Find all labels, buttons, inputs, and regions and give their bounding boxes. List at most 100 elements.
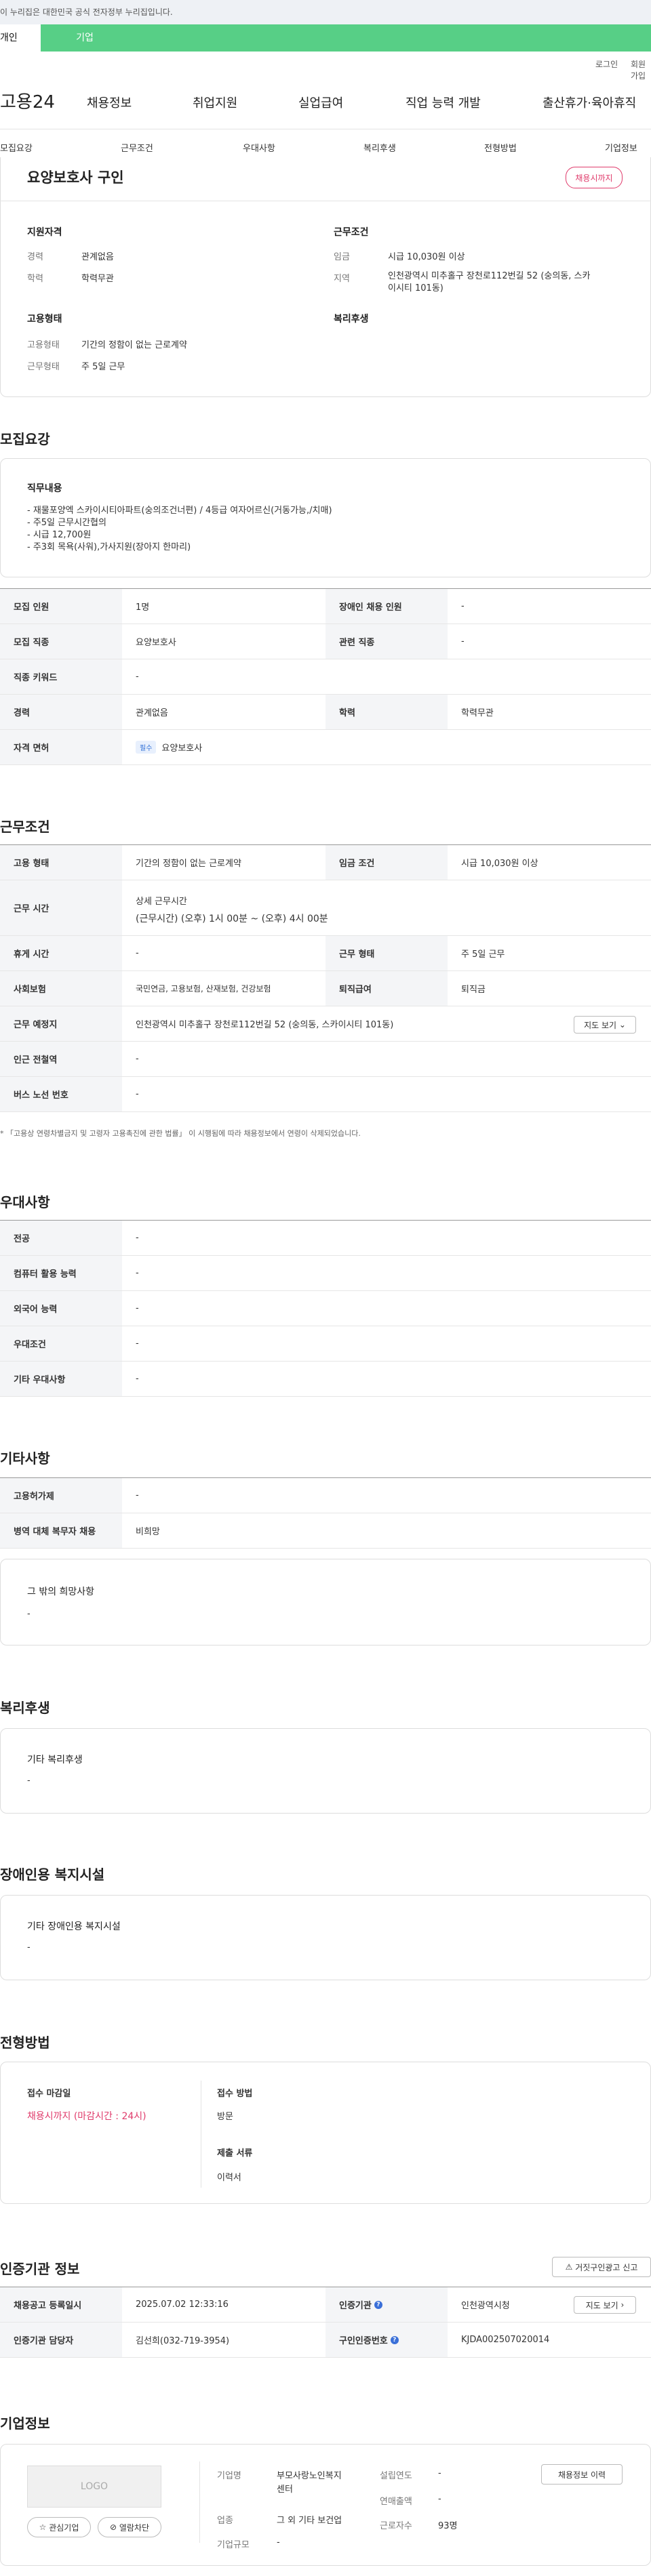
company-logo: LOGO bbox=[27, 2466, 161, 2508]
subnav-pref[interactable]: 우대사항 bbox=[243, 141, 275, 154]
tab-person[interactable]: 개인 bbox=[0, 24, 41, 52]
wage-value: 시급 10,030원 이상 bbox=[388, 252, 465, 262]
site-logo[interactable]: 고용24 bbox=[0, 88, 55, 113]
table-value-cell: - bbox=[136, 672, 139, 682]
company-name-2: 센터 bbox=[277, 2485, 293, 2495]
region-value: 인천광역시 미추홀구 장천로112번길 52 (숭의동, 스카 bbox=[388, 271, 591, 281]
table-value-cell: - bbox=[136, 948, 139, 958]
table-row: 휴게 시간 - 근무 형태 주 5일 근무 bbox=[0, 936, 651, 971]
report-button[interactable]: ⚠ 거짓구인광고 신고 bbox=[552, 2257, 651, 2277]
table-header-cell: 외국어 능력 bbox=[0, 1291, 122, 1326]
subnav-process[interactable]: 전형방법 bbox=[484, 141, 517, 154]
required-badge: 필수 bbox=[136, 741, 157, 754]
table-row: 직종 키워드 - bbox=[0, 659, 651, 695]
docs-label: 제출 서류 bbox=[217, 2148, 253, 2159]
size-value: - bbox=[277, 2537, 280, 2548]
subnav-recruit[interactable]: 모집요강 bbox=[0, 141, 33, 154]
table-row: 기타 우대사항 - bbox=[0, 1362, 651, 1397]
cond-title: 근무조건 bbox=[334, 227, 369, 238]
table-value-cell: - bbox=[136, 1338, 139, 1349]
table-value-cell: - bbox=[136, 1233, 139, 1243]
gnb-item-employment[interactable]: 취업지원 bbox=[193, 94, 237, 111]
industry-value: 그 외 기타 보건업 bbox=[277, 2516, 342, 2526]
table-header-cell: 인증기관 담당자 bbox=[0, 2323, 122, 2357]
table-header-cell: 전공 bbox=[0, 1221, 122, 1255]
star-icon: ☆ bbox=[39, 2522, 47, 2532]
table-header-cell: 근무 예정지 bbox=[0, 1006, 122, 1041]
section-title-pref: 우대사항 bbox=[0, 1194, 50, 1210]
table-header-cell: 근무 시간 bbox=[0, 880, 122, 935]
region-label: 지역 bbox=[334, 274, 350, 284]
disab-box-title: 기타 장애인용 복지시설 bbox=[27, 1921, 121, 1932]
workform-value: 주 5일 근무 bbox=[81, 362, 125, 372]
table-value-cell: 인천광역시 미추홀구 장천로112번길 52 (숭의동, 스카이시티 101동) bbox=[136, 1020, 394, 1030]
info-icon[interactable]: ? bbox=[374, 2300, 382, 2309]
process-card bbox=[0, 2062, 651, 2204]
age-notice: * 「고용상 연령차별금지 및 고령자 고용촉진에 관한 법률」 이 시행됨에 … bbox=[0, 1129, 361, 1138]
subnav-company[interactable]: 기업정보 bbox=[605, 141, 637, 154]
table-row: 근무 시간 상세 근무시간 (근무시간) (오후) 1시 00분 ~ (오후) … bbox=[0, 880, 651, 936]
tab-company[interactable]: 기업 bbox=[41, 24, 129, 52]
cert-map-button[interactable]: 지도 보기 › bbox=[574, 2296, 636, 2314]
employees-value: 93명 bbox=[438, 2521, 458, 2531]
deadline-badge: 채용시까지 bbox=[566, 167, 623, 188]
chevron-right-icon: › bbox=[620, 2300, 625, 2310]
map-button[interactable]: 지도 보기 ⌄ bbox=[574, 1016, 636, 1034]
table-row: 자격 면허 필수 요양보호사 bbox=[0, 730, 651, 765]
table-header-cell: 장애인 채용 인원 bbox=[326, 589, 448, 623]
table-value-cell: - bbox=[136, 1374, 139, 1384]
edu-value: 학력무관 bbox=[81, 274, 114, 284]
welfare-title: 복리후생 bbox=[334, 314, 369, 325]
gnb-item-leave[interactable]: 출산휴가·육아휴직 bbox=[542, 94, 636, 111]
subnav-work[interactable]: 근무조건 bbox=[121, 141, 153, 154]
revenue-label: 연매출액 bbox=[380, 2497, 412, 2507]
gnb-item-benefit[interactable]: 실업급여 bbox=[298, 94, 343, 111]
table-row: 고용 형태 기간의 정함이 없는 근로계약 임금 조건 시급 10,030원 이상 bbox=[0, 845, 651, 880]
table-value-cell: 인천광역시청 bbox=[461, 2301, 510, 2311]
table-header-cell: 버스 노선 번호 bbox=[0, 1077, 122, 1111]
table-header-cell: 임금 조건 bbox=[326, 845, 448, 880]
gnb-item-jobs[interactable]: 채용정보 bbox=[87, 94, 132, 111]
section-title-recruit: 모집요강 bbox=[0, 431, 50, 447]
est-value: - bbox=[438, 2468, 441, 2478]
revenue-value: - bbox=[438, 2494, 441, 2504]
table-value-cell: 김선희(032-719-3954) bbox=[136, 2336, 230, 2346]
block-icon: ⊘ bbox=[109, 2522, 117, 2532]
table-value-cell: 국민연금, 고용보험, 산재보험, 건강보험 bbox=[136, 984, 271, 994]
fav-company-button[interactable]: ☆ 관심기업 bbox=[27, 2517, 91, 2537]
table-value-cell: KJDA002507020014 bbox=[461, 2335, 550, 2345]
table-header-cell: 고용 형태 bbox=[0, 845, 122, 880]
table-header-cell: 관련 직종 bbox=[326, 624, 448, 659]
table-header-cell: 모집 인원 bbox=[0, 589, 122, 623]
table-value-cell: - bbox=[461, 601, 465, 611]
etc-box bbox=[0, 1559, 651, 1645]
table-row: 외국어 능력 - bbox=[0, 1291, 651, 1326]
company-name-label: 기업명 bbox=[217, 2471, 241, 2481]
subnav-welfare[interactable]: 복리후생 bbox=[363, 141, 396, 154]
table-header-cell: 병역 대체 복무자 채용 bbox=[0, 1513, 122, 1548]
table-row: 채용공고 등록일시 2025.07.02 12:33:16 인증기관? 인천광역시… bbox=[0, 2287, 651, 2323]
login-link[interactable]: 로그인 bbox=[595, 58, 618, 70]
table-header-cell: 사회보험 bbox=[0, 971, 122, 1006]
block-button[interactable]: ⊘ 열람차단 bbox=[98, 2517, 161, 2537]
gnb-item-training[interactable]: 직업 능력 개발 bbox=[406, 94, 481, 111]
welfare-box-title: 기타 복리후생 bbox=[27, 1755, 83, 1765]
method-value: 방문 bbox=[217, 2112, 233, 2122]
table-row: 모집 직종 요양보호사 관련 직종 - bbox=[0, 624, 651, 659]
duty-line: - 시급 12,700원 bbox=[27, 530, 92, 540]
join-link[interactable]: 회원가입 bbox=[631, 58, 651, 81]
table-header-cell: 고용허가제 bbox=[0, 1478, 122, 1513]
history-button[interactable]: 채용정보 이력 bbox=[541, 2464, 623, 2485]
duty-title: 직무내용 bbox=[27, 483, 62, 494]
table-header-cell: 모집 직종 bbox=[0, 624, 122, 659]
info-icon[interactable]: ? bbox=[390, 2335, 399, 2344]
section-title-cert: 인증기관 정보 bbox=[0, 2261, 80, 2277]
deadline-label: 접수 마감일 bbox=[27, 2089, 71, 2099]
emptype-label: 고용형태 bbox=[27, 340, 60, 350]
duty-line: - 주5일 근무시간협의 bbox=[27, 518, 106, 528]
job-title: 요양보호사 구인 bbox=[27, 169, 124, 186]
table-header-cell: 자격 면허 bbox=[0, 730, 122, 764]
table-row: 모집 인원 1명 장애인 채용 인원 - bbox=[0, 589, 651, 624]
table-row: 사회보험 국민연금, 고용보험, 산재보험, 건강보험 퇴직급여 퇴직금 bbox=[0, 971, 651, 1006]
table-row: 전공 - bbox=[0, 1221, 651, 1256]
